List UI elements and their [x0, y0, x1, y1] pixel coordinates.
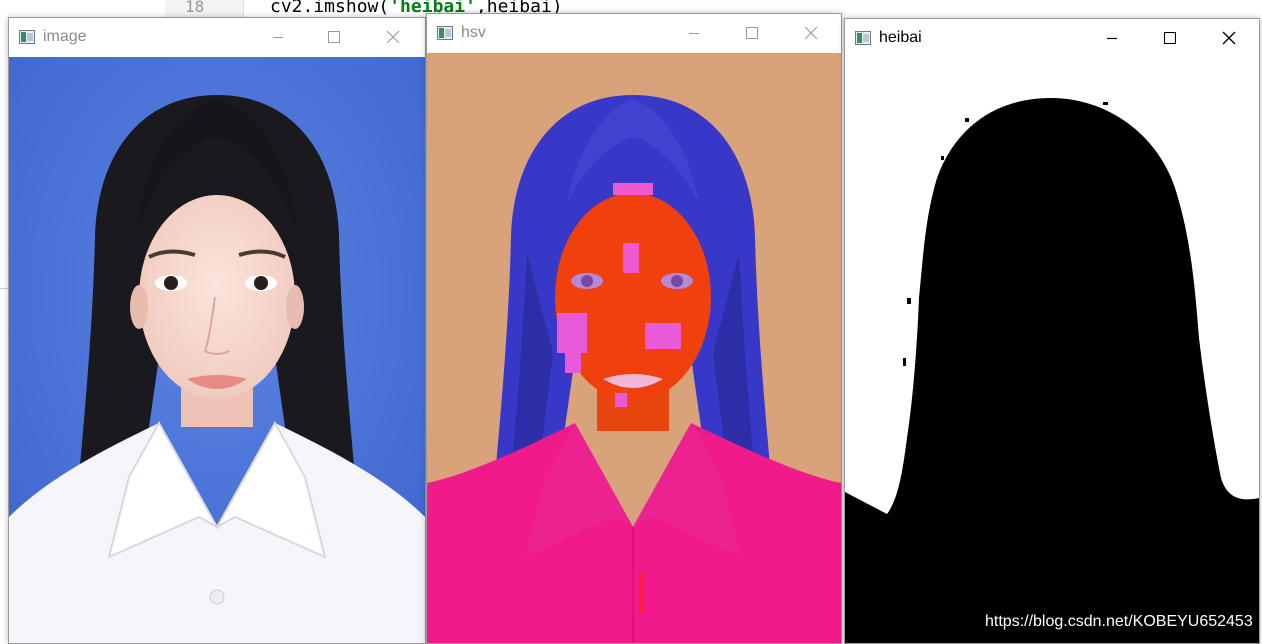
close-button[interactable]: [788, 14, 834, 52]
maximize-button[interactable]: [729, 14, 775, 52]
editor-gutter: [165, 0, 244, 18]
maximize-icon: [746, 27, 758, 39]
heibai-window-titlebar[interactable]: heibai: [845, 19, 1259, 57]
app-icon: [855, 31, 871, 45]
close-icon: [804, 26, 818, 40]
image-canvas: [9, 57, 425, 643]
minimize-icon: [273, 37, 283, 38]
close-button[interactable]: [1206, 19, 1252, 57]
maximize-icon: [1164, 32, 1176, 44]
minimize-icon: [1107, 37, 1117, 40]
close-button[interactable]: [370, 18, 416, 56]
image-window-titlebar[interactable]: image: [9, 18, 425, 56]
maximize-button[interactable]: [1147, 19, 1193, 57]
binary-mask-image: [845, 58, 1259, 643]
minimize-button[interactable]: [1089, 19, 1135, 57]
minimize-button[interactable]: [255, 18, 301, 56]
maximize-icon: [328, 31, 340, 43]
heibai-canvas: [845, 58, 1259, 643]
minimize-button[interactable]: [671, 14, 717, 52]
hsv-canvas: [427, 53, 841, 643]
hsv-image: [427, 53, 841, 643]
app-icon: [19, 30, 35, 44]
line-number: 18: [185, 0, 205, 16]
hsv-window-titlebar[interactable]: hsv: [427, 14, 841, 52]
code-prefix: cv2.imshow(: [270, 0, 390, 17]
maximize-button[interactable]: [311, 18, 357, 56]
window-title: image: [43, 28, 87, 45]
image-window[interactable]: image: [8, 17, 426, 644]
hsv-window[interactable]: hsv: [426, 13, 842, 644]
window-title: hsv: [461, 24, 486, 41]
window-title: heibai: [879, 29, 922, 46]
app-icon: [437, 26, 453, 40]
watermark-text: https://blog.csdn.net/KOBEYU652453: [985, 613, 1253, 630]
portrait-photo: [9, 57, 425, 643]
close-icon: [386, 30, 400, 44]
minimize-icon: [689, 33, 699, 34]
heibai-window[interactable]: heibai: [844, 18, 1260, 644]
close-icon: [1222, 31, 1236, 45]
